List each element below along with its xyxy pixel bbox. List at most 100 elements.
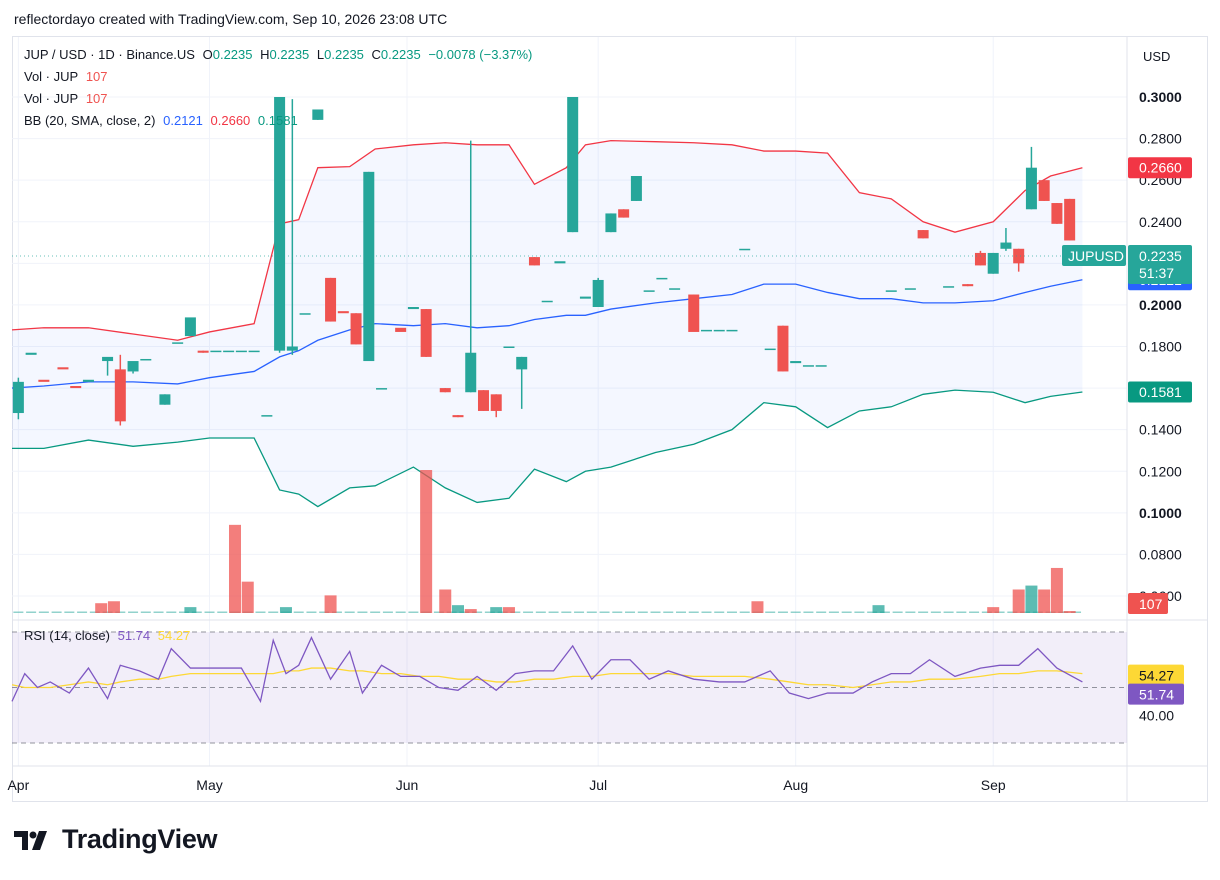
candle-body [159, 394, 171, 405]
volume-bar-minor [306, 611, 317, 613]
currency-label[interactable]: USD [1143, 49, 1170, 64]
volume-legend-2[interactable]: Vol · JUP 107 [24, 91, 112, 106]
bb-basis-value: 0.2121 [163, 113, 203, 128]
close-number: 0.2235 [380, 47, 421, 62]
candle-body [1038, 180, 1050, 201]
open-label: O [202, 47, 213, 62]
volume-bar-minor [268, 611, 279, 613]
candle-body [38, 379, 50, 382]
volume-bar-minor [153, 611, 164, 613]
volume-bar-minor [255, 611, 266, 613]
candle-body [184, 317, 196, 337]
volume-bar-minor [599, 611, 610, 613]
candle-body [140, 358, 152, 361]
volume-bar-minor [854, 611, 865, 613]
rsi-tick-label: 40.00 [1139, 707, 1174, 723]
volume-bar [1012, 589, 1025, 613]
volume-bar [1050, 567, 1063, 613]
candle-body [395, 327, 407, 332]
candle-body [127, 361, 139, 372]
candle-body [669, 288, 681, 290]
volume-bar-minor [765, 611, 776, 613]
volume-bar-minor [637, 611, 648, 613]
candle-body [210, 350, 222, 353]
candle-body [777, 325, 789, 372]
candle-body [656, 277, 668, 280]
candle-body [943, 286, 955, 288]
volume-bar-minor [969, 611, 980, 613]
candle-body [439, 388, 451, 393]
volume-tag: 107 [1139, 596, 1163, 612]
symbol-label[interactable]: JUP / USD · 1D · Binance.US [24, 47, 195, 62]
volume-bar-minor [51, 611, 62, 613]
candle-body [815, 365, 827, 367]
candle-body [1025, 167, 1037, 210]
time-tick-label: May [196, 777, 222, 793]
volume-bar-minor [357, 611, 368, 613]
volume-bar [184, 607, 197, 613]
time-tick-label: Apr [7, 777, 29, 793]
candle-body [172, 342, 184, 344]
volume-bar [1038, 589, 1051, 613]
candle-body [630, 176, 642, 201]
candle-body [82, 379, 94, 382]
candle-body [885, 290, 897, 292]
rsi-ma-value: 54.27 [157, 628, 191, 643]
ohlc-legend: JUP / USD · 1D · Binance.US O0.2235 H0.2… [24, 47, 536, 62]
volume-bar-minor [803, 611, 814, 613]
time-tick-label: Aug [783, 777, 808, 793]
candle-body [420, 309, 432, 357]
volume-bar-minor [905, 611, 916, 613]
volume-bar-minor [841, 611, 852, 613]
candle-body [337, 311, 349, 314]
rsi-ma-tag: 54.27 [1139, 668, 1174, 684]
price-tick-label: 0.3000 [1139, 89, 1182, 105]
volume-bar-minor [625, 611, 636, 613]
tradingview-wordmark: TradingView [62, 824, 218, 854]
candle-body [312, 109, 324, 120]
volume-bar [241, 581, 254, 613]
volume-bar [987, 607, 1000, 613]
time-tick-label: Jun [396, 777, 419, 793]
volume-legend-1[interactable]: Vol · JUP 107 [24, 69, 112, 84]
time-tick-label: Jul [589, 777, 607, 793]
volume-bar-minor [726, 611, 737, 613]
candle-body [477, 390, 489, 411]
price-tick-label: 0.2400 [1139, 214, 1182, 230]
candle-body [57, 367, 69, 370]
volume-bar-minor [714, 611, 725, 613]
volume-bar-minor [816, 611, 827, 613]
volume-bar-minor [956, 611, 967, 613]
price-tick-label: 0.2000 [1139, 297, 1182, 313]
candle-body [248, 350, 260, 353]
candle-body [286, 346, 298, 351]
rsi-tag: 51.74 [1139, 687, 1174, 703]
close-value: C0.2235 [372, 47, 421, 62]
volume-bar-minor [77, 611, 88, 613]
price-tick-label: 0.2800 [1139, 131, 1182, 147]
volume-bar [751, 601, 764, 613]
volume-bar-minor [828, 611, 839, 613]
chart-canvas[interactable]: 0.30000.28000.26000.24000.22000.20000.18… [0, 0, 1220, 880]
volume-bar-minor [13, 611, 24, 613]
volume-bar-minor [701, 611, 712, 613]
open-number: 0.2235 [212, 47, 253, 62]
volume-bar-minor [918, 611, 929, 613]
rsi-legend[interactable]: RSI (14, close) 51.74 54.27 [24, 628, 190, 643]
candle-body [25, 352, 37, 355]
candle-body [261, 415, 273, 417]
candle-body [516, 356, 528, 370]
volume-bar [324, 595, 337, 613]
volume-bar [464, 609, 477, 613]
volume-bar [872, 605, 885, 613]
volume-bar-minor [548, 611, 559, 613]
volume-value: 107 [85, 91, 108, 106]
bb-lower-value: 0.1581 [257, 113, 298, 128]
candle-body [618, 209, 630, 218]
time-tick-label: Sep [981, 777, 1006, 793]
bollinger-legend[interactable]: BB (20, SMA, close, 2) 0.2121 0.2660 0.1… [24, 113, 302, 128]
volume-bar-minor [663, 611, 674, 613]
candle-body [70, 386, 82, 389]
price-tick-label: 0.0800 [1139, 546, 1182, 562]
candle-body [350, 313, 362, 345]
